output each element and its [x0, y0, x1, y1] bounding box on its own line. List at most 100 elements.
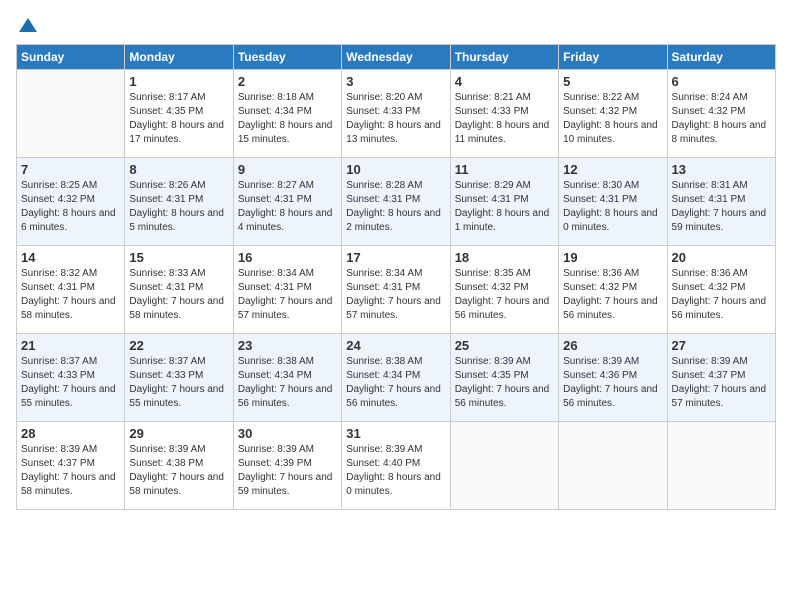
day-number: 4 — [455, 74, 554, 89]
day-number: 19 — [563, 250, 662, 265]
cell-daylight: Daylight: 8 hours and 0 minutes. — [563, 207, 662, 235]
cell-daylight: Daylight: 7 hours and 59 minutes. — [672, 207, 771, 235]
cell-daylight: Daylight: 7 hours and 56 minutes. — [346, 383, 445, 411]
cell-daylight: Daylight: 7 hours and 58 minutes. — [21, 295, 120, 323]
day-number: 27 — [672, 338, 771, 353]
cell-sunset: Sunset: 4:34 PM — [238, 105, 337, 119]
cell-daylight: Daylight: 7 hours and 57 minutes. — [672, 383, 771, 411]
calendar-cell: 28Sunrise: 8:39 AMSunset: 4:37 PMDayligh… — [17, 422, 125, 510]
cell-sunset: Sunset: 4:33 PM — [21, 369, 120, 383]
cell-daylight: Daylight: 8 hours and 6 minutes. — [21, 207, 120, 235]
day-number: 13 — [672, 162, 771, 177]
cell-sunrise: Sunrise: 8:32 AM — [21, 267, 120, 281]
cell-sunset: Sunset: 4:31 PM — [563, 193, 662, 207]
calendar-cell — [667, 422, 775, 510]
calendar-cell: 12 Sunrise: 8:30 AMSunset: 4:31 PMDayligh… — [559, 158, 667, 246]
calendar-cell: 14 Sunrise: 8:32 AMSunset: 4:31 PMDayligh… — [17, 246, 125, 334]
calendar-cell: 24Sunrise: 8:38 AMSunset: 4:34 PMDayligh… — [342, 334, 450, 422]
cell-sunset: Sunset: 4:36 PM — [563, 369, 662, 383]
weekday-header: Friday — [559, 45, 667, 70]
day-number: 22 — [129, 338, 228, 353]
calendar-cell: 8Sunrise: 8:26 AMSunset: 4:31 PMDaylight… — [125, 158, 233, 246]
cell-sunrise: Sunrise: 8:30 AM — [563, 179, 662, 193]
logo — [16, 16, 39, 36]
day-number: 25 — [455, 338, 554, 353]
day-number: 2 — [238, 74, 337, 89]
logo-icon — [17, 16, 39, 38]
cell-sunrise: Sunrise: 8:39 AM — [129, 443, 228, 457]
cell-sunrise: Sunrise: 8:39 AM — [672, 355, 771, 369]
cell-sunrise: Sunrise: 8:34 AM — [346, 267, 445, 281]
cell-sunset: Sunset: 4:37 PM — [672, 369, 771, 383]
calendar-cell: 26Sunrise: 8:39 AMSunset: 4:36 PMDayligh… — [559, 334, 667, 422]
cell-sunset: Sunset: 4:31 PM — [346, 193, 445, 207]
calendar-cell — [17, 70, 125, 158]
calendar-cell: 27 Sunrise: 8:39 AMSunset: 4:37 PMDayligh… — [667, 334, 775, 422]
day-number: 29 — [129, 426, 228, 441]
cell-daylight: Daylight: 7 hours and 56 minutes. — [455, 295, 554, 323]
page-header — [16, 16, 776, 36]
cell-sunset: Sunset: 4:40 PM — [346, 457, 445, 471]
cell-sunrise: Sunrise: 8:22 AM — [563, 91, 662, 105]
cell-sunset: Sunset: 4:31 PM — [129, 281, 228, 295]
cell-sunrise: Sunrise: 8:39 AM — [21, 443, 120, 457]
cell-sunset: Sunset: 4:35 PM — [455, 369, 554, 383]
cell-sunrise: Sunrise: 8:26 AM — [129, 179, 228, 193]
cell-sunrise: Sunrise: 8:36 AM — [672, 267, 771, 281]
cell-sunrise: Sunrise: 8:38 AM — [238, 355, 337, 369]
cell-sunset: Sunset: 4:31 PM — [238, 193, 337, 207]
cell-sunset: Sunset: 4:34 PM — [346, 369, 445, 383]
cell-sunset: Sunset: 4:32 PM — [672, 281, 771, 295]
cell-daylight: Daylight: 7 hours and 55 minutes. — [21, 383, 120, 411]
day-number: 10 — [346, 162, 445, 177]
day-number: 14 — [21, 250, 120, 265]
day-number: 12 — [563, 162, 662, 177]
day-number: 20 — [672, 250, 771, 265]
cell-daylight: Daylight: 7 hours and 59 minutes. — [238, 471, 337, 499]
cell-sunrise: Sunrise: 8:34 AM — [238, 267, 337, 281]
cell-sunrise: Sunrise: 8:39 AM — [346, 443, 445, 457]
cell-sunrise: Sunrise: 8:37 AM — [129, 355, 228, 369]
cell-sunrise: Sunrise: 8:37 AM — [21, 355, 120, 369]
calendar-cell: 17Sunrise: 8:34 AMSunset: 4:31 PMDayligh… — [342, 246, 450, 334]
day-number: 24 — [346, 338, 445, 353]
calendar-cell: 25Sunrise: 8:39 AMSunset: 4:35 PMDayligh… — [450, 334, 558, 422]
calendar-cell: 3Sunrise: 8:20 AMSunset: 4:33 PMDaylight… — [342, 70, 450, 158]
cell-daylight: Daylight: 7 hours and 56 minutes. — [238, 383, 337, 411]
calendar-cell: 23Sunrise: 8:38 AMSunset: 4:34 PMDayligh… — [233, 334, 341, 422]
weekday-header: Thursday — [450, 45, 558, 70]
cell-daylight: Daylight: 7 hours and 57 minutes. — [346, 295, 445, 323]
calendar-week-row: 28Sunrise: 8:39 AMSunset: 4:37 PMDayligh… — [17, 422, 776, 510]
header-row: SundayMondayTuesdayWednesdayThursdayFrid… — [17, 45, 776, 70]
calendar-cell: 19Sunrise: 8:36 AMSunset: 4:32 PMDayligh… — [559, 246, 667, 334]
weekday-header: Saturday — [667, 45, 775, 70]
cell-daylight: Daylight: 8 hours and 0 minutes. — [346, 471, 445, 499]
calendar-cell: 13Sunrise: 8:31 AMSunset: 4:31 PMDayligh… — [667, 158, 775, 246]
calendar-cell: 21Sunrise: 8:37 AMSunset: 4:33 PMDayligh… — [17, 334, 125, 422]
calendar-cell: 22Sunrise: 8:37 AMSunset: 4:33 PMDayligh… — [125, 334, 233, 422]
calendar-cell: 4Sunrise: 8:21 AMSunset: 4:33 PMDaylight… — [450, 70, 558, 158]
day-number: 11 — [455, 162, 554, 177]
calendar-cell: 20Sunrise: 8:36 AMSunset: 4:32 PMDayligh… — [667, 246, 775, 334]
calendar-cell: 7Sunrise: 8:25 AMSunset: 4:32 PMDaylight… — [17, 158, 125, 246]
cell-sunset: Sunset: 4:32 PM — [672, 105, 771, 119]
cell-sunrise: Sunrise: 8:18 AM — [238, 91, 337, 105]
day-number: 1 — [129, 74, 228, 89]
calendar-cell: 29Sunrise: 8:39 AMSunset: 4:38 PMDayligh… — [125, 422, 233, 510]
cell-daylight: Daylight: 7 hours and 58 minutes. — [129, 471, 228, 499]
cell-sunset: Sunset: 4:31 PM — [129, 193, 228, 207]
cell-sunset: Sunset: 4:31 PM — [21, 281, 120, 295]
calendar-cell — [450, 422, 558, 510]
day-number: 7 — [21, 162, 120, 177]
cell-sunrise: Sunrise: 8:24 AM — [672, 91, 771, 105]
cell-sunset: Sunset: 4:32 PM — [563, 105, 662, 119]
cell-sunset: Sunset: 4:33 PM — [455, 105, 554, 119]
cell-sunset: Sunset: 4:31 PM — [455, 193, 554, 207]
day-number: 5 — [563, 74, 662, 89]
calendar-cell: 5Sunrise: 8:22 AMSunset: 4:32 PMDaylight… — [559, 70, 667, 158]
day-number: 31 — [346, 426, 445, 441]
cell-sunrise: Sunrise: 8:27 AM — [238, 179, 337, 193]
cell-sunrise: Sunrise: 8:39 AM — [455, 355, 554, 369]
calendar-week-row: 1Sunrise: 8:17 AMSunset: 4:35 PMDaylight… — [17, 70, 776, 158]
cell-sunrise: Sunrise: 8:21 AM — [455, 91, 554, 105]
